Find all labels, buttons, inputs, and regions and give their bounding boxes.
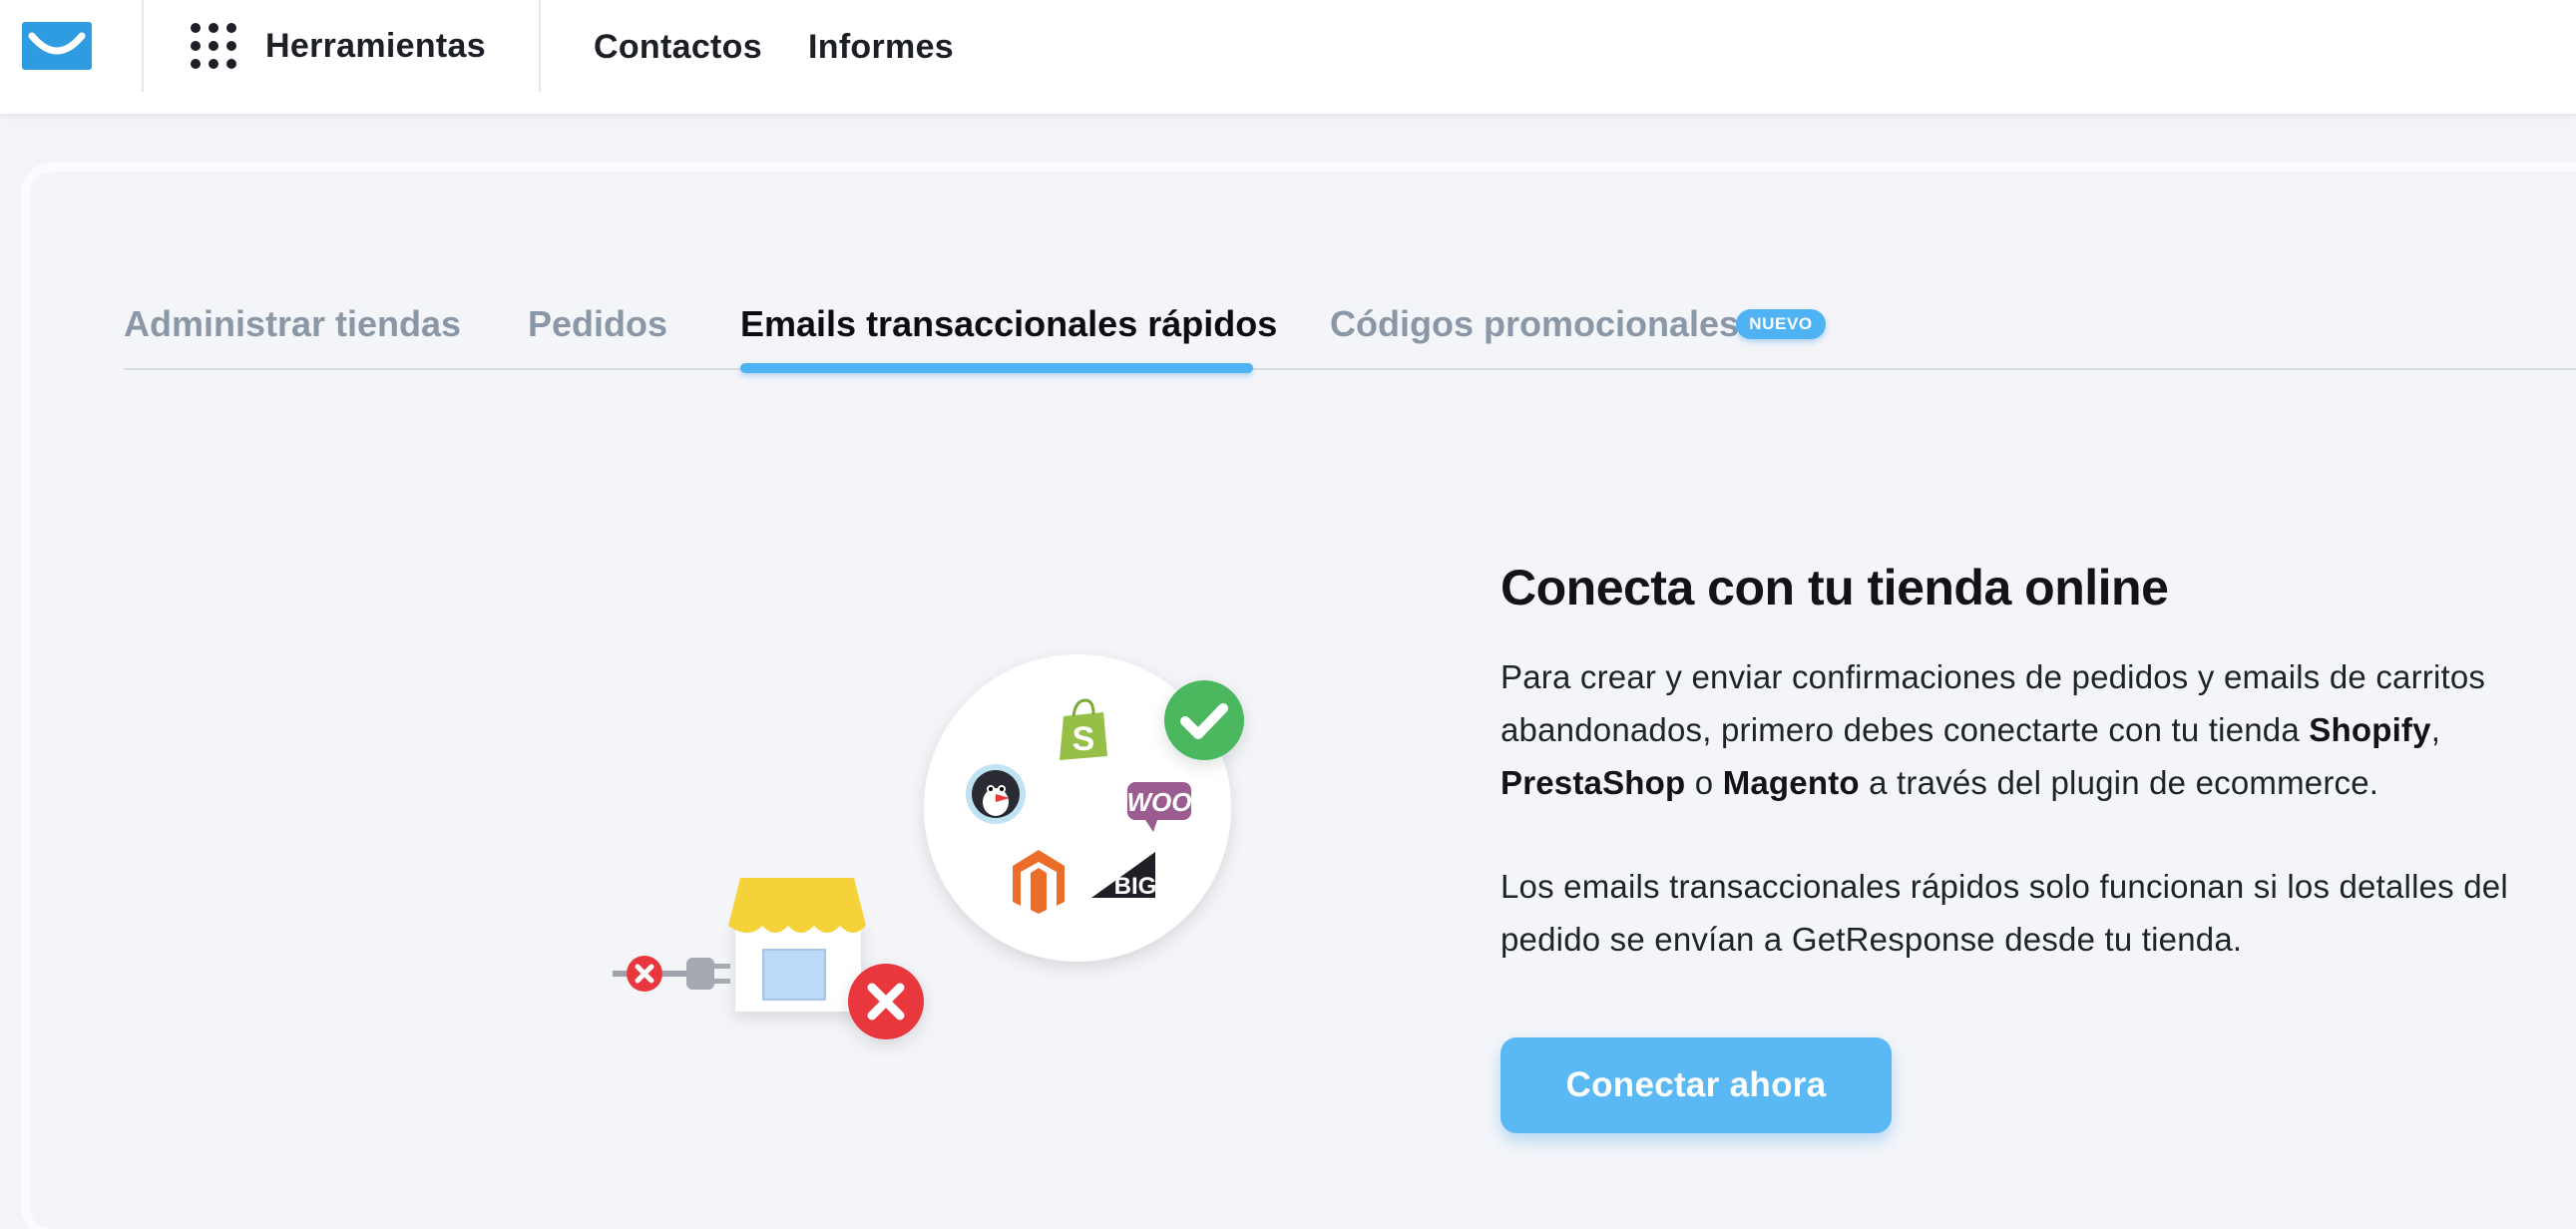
tools-menu-button[interactable]: Herramientas [188, 20, 486, 72]
active-tab-indicator [740, 363, 1253, 373]
tools-label: Herramientas [265, 26, 486, 65]
error-icon [848, 964, 924, 1039]
intro-paragraph: Para crear y enviar confirmaciones de pe… [1501, 650, 2558, 809]
tab-pedidos[interactable]: Pedidos [528, 299, 667, 349]
intro-separator: o [1685, 764, 1723, 801]
envelope-logo-icon[interactable] [22, 22, 92, 70]
brand-shopify: Shopify [2309, 711, 2431, 748]
svg-text:WOO: WOO [1127, 787, 1192, 817]
prestashop-icon [966, 764, 1026, 824]
nav-divider [142, 0, 144, 92]
note-paragraph: Los emails transaccionales rápidos solo … [1501, 868, 2508, 958]
intro-suffix: a través del plugin de ecommerce. [1859, 764, 2379, 801]
connect-now-button[interactable]: Conectar ahora [1501, 1037, 1892, 1133]
page-headline: Conecta con tu tienda online [1501, 560, 2169, 615]
new-badge: NUEVO [1736, 309, 1826, 339]
top-navigation: Herramientas Contactos Informes [0, 0, 2576, 115]
plug-icon [613, 956, 730, 992]
ecommerce-illustration: S WOO BIG [613, 654, 1244, 1039]
tab-administrar-tiendas[interactable]: Administrar tiendas [124, 299, 461, 349]
tab-codigos-promocionales[interactable]: Códigos promocionales [1330, 299, 1739, 349]
check-icon [1164, 680, 1244, 760]
svg-text:BIG: BIG [1114, 873, 1157, 900]
nav-link-informes[interactable]: Informes [808, 22, 954, 72]
brand-prestashop: PrestaShop [1501, 764, 1686, 801]
nav-link-contactos[interactable]: Contactos [594, 22, 762, 72]
brand-magento: Magento [1722, 764, 1860, 801]
tab-emails-transaccionales[interactable]: Emails transaccionales rápidos [740, 299, 1277, 349]
svg-text:S: S [1073, 720, 1095, 758]
grid-icon [191, 23, 236, 69]
intro-separator: , [2430, 711, 2441, 748]
tabs-divider [124, 368, 2576, 370]
store-icon [728, 878, 866, 1012]
nav-divider [539, 0, 541, 92]
